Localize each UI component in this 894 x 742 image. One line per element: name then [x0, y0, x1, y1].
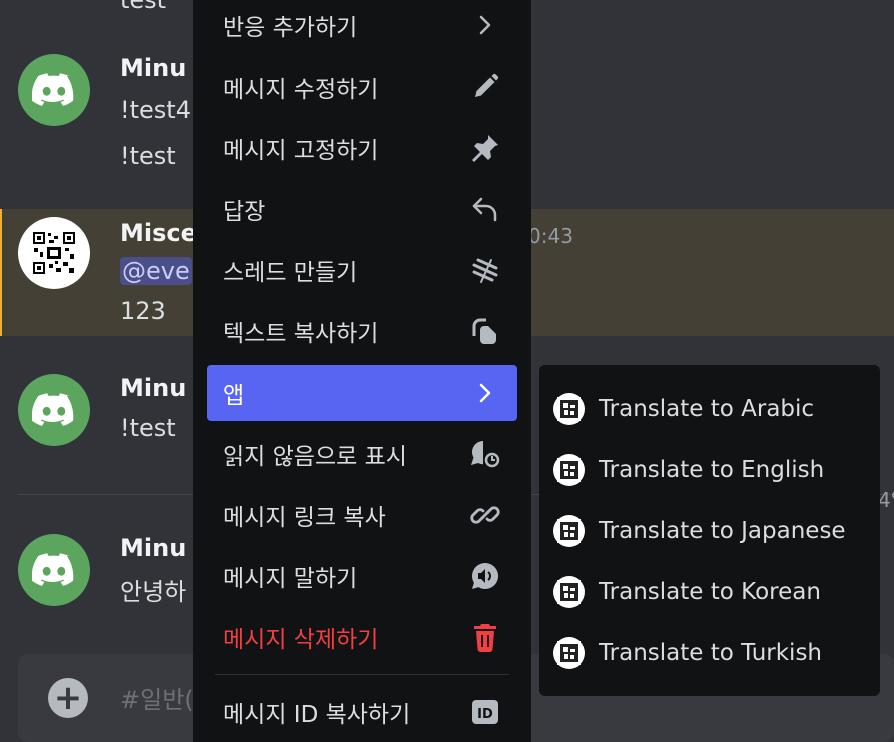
menu-item-edit-message[interactable]: 메시지 수정하기	[207, 59, 517, 115]
message-context-menu: 반응 추가하기 메시지 수정하기 메시지 고정하기 답장 스레드 만들기 텍스트…	[193, 0, 531, 742]
menu-item-copy-link[interactable]: 메시지 링크 복사	[207, 487, 517, 543]
message-text: 안녕하	[120, 578, 187, 606]
message-text: 123	[120, 297, 166, 325]
app-avatar-icon	[553, 454, 585, 486]
app-avatar-icon	[553, 515, 585, 547]
speaker-icon	[469, 560, 501, 592]
message-text: !test4	[120, 96, 191, 124]
menu-item-mark-unread[interactable]: 읽지 않음으로 표시	[207, 426, 517, 482]
app-item-label: Translate to Arabic	[599, 396, 815, 422]
app-item-translate-english[interactable]: Translate to English	[553, 442, 866, 498]
menu-item-label: 답장	[223, 199, 266, 225]
username[interactable]: Misce	[120, 219, 197, 247]
menu-separator	[215, 674, 509, 675]
chevron-right-icon	[469, 9, 501, 41]
app-item-label: Translate to Japanese	[599, 518, 846, 544]
pencil-icon	[469, 71, 501, 103]
menu-item-label: 메시지 삭제하기	[223, 627, 379, 653]
app-avatar-icon	[553, 637, 585, 669]
message-text: !test	[120, 142, 176, 170]
menu-item-apps[interactable]: 앱	[207, 365, 517, 421]
qr-code-icon	[31, 230, 77, 276]
thread-icon	[469, 254, 501, 286]
add-attachment-button[interactable]: +	[48, 678, 88, 718]
app-item-translate-japanese[interactable]: Translate to Japanese	[553, 503, 866, 559]
menu-item-create-thread[interactable]: 스레드 만들기	[207, 242, 517, 298]
menu-item-reply[interactable]: 답장	[207, 181, 517, 237]
menu-item-label: 메시지 ID 복사하기	[223, 702, 411, 728]
date-divider-label: 4일	[878, 488, 894, 512]
chevron-right-icon	[469, 377, 501, 409]
menu-item-speak-message[interactable]: 메시지 말하기	[207, 548, 517, 604]
app-avatar-icon	[553, 393, 585, 425]
discord-logo-icon	[32, 73, 74, 106]
link-icon	[469, 499, 501, 531]
app-item-translate-arabic[interactable]: Translate to Arabic	[553, 381, 866, 437]
message-text: !test	[120, 414, 176, 442]
avatar[interactable]	[18, 217, 90, 289]
apps-submenu: Translate to Arabic Translate to English…	[539, 365, 880, 696]
menu-item-copy-message-id[interactable]: 메시지 ID 복사하기 ID	[207, 684, 517, 740]
svg-text:ID: ID	[477, 707, 493, 722]
message-partial-text: test	[120, 0, 167, 14]
app-item-label: Translate to English	[599, 457, 825, 483]
avatar[interactable]	[18, 534, 90, 606]
menu-item-copy-text[interactable]: 텍스트 복사하기	[207, 303, 517, 359]
app-item-translate-korean[interactable]: Translate to Korean	[553, 564, 866, 620]
copy-icon	[469, 315, 501, 347]
reply-icon	[469, 193, 501, 225]
app-item-label: Translate to Turkish	[599, 640, 823, 666]
menu-item-label: 읽지 않음으로 표시	[223, 444, 407, 470]
app-item-label: Translate to Korean	[599, 579, 821, 605]
pin-icon	[469, 132, 501, 164]
timestamp: 0:43	[528, 224, 573, 248]
menu-item-label: 스레드 만들기	[223, 260, 358, 286]
menu-item-label: 반응 추가하기	[223, 15, 358, 41]
menu-item-add-reaction[interactable]: 반응 추가하기	[207, 0, 517, 53]
menu-item-label: 텍스트 복사하기	[223, 321, 379, 347]
menu-item-label: 앱	[223, 383, 245, 409]
user-mention[interactable]: @eve	[120, 257, 192, 285]
mark-unread-icon	[469, 438, 501, 470]
mention-indicator	[0, 209, 2, 336]
app-avatar-icon	[553, 576, 585, 608]
discord-logo-icon	[32, 553, 74, 586]
app-item-translate-turkish[interactable]: Translate to Turkish	[553, 625, 866, 681]
menu-item-label: 메시지 고정하기	[223, 138, 379, 164]
menu-item-delete-message[interactable]: 메시지 삭제하기	[207, 609, 517, 665]
avatar[interactable]	[18, 54, 90, 126]
discord-logo-icon	[32, 393, 74, 426]
id-icon: ID	[469, 696, 501, 728]
menu-item-label: 메시지 수정하기	[223, 77, 379, 103]
message-text: @eve	[120, 257, 192, 285]
menu-item-label: 메시지 말하기	[223, 566, 358, 592]
menu-item-pin-message[interactable]: 메시지 고정하기	[207, 120, 517, 176]
avatar[interactable]	[18, 374, 90, 446]
menu-item-label: 메시지 링크 복사	[223, 505, 386, 531]
trash-icon	[469, 621, 501, 653]
message-input[interactable]: #일반(	[120, 680, 194, 715]
